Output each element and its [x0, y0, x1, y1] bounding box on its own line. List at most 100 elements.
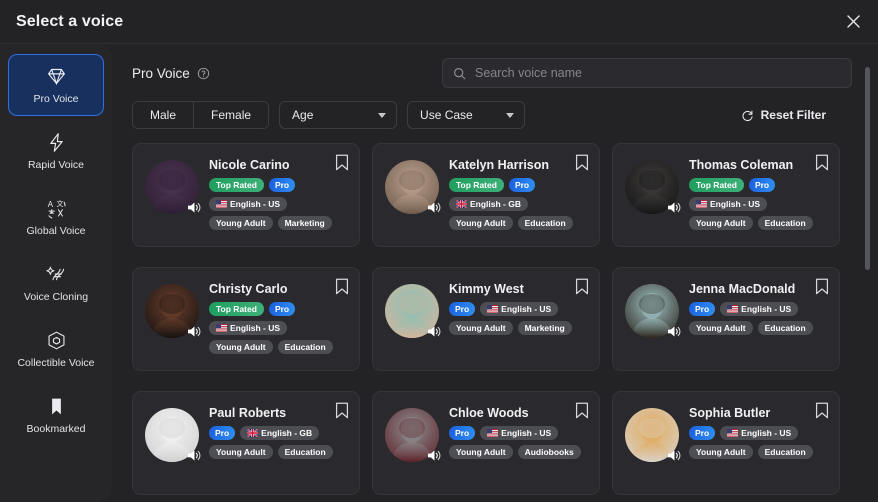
voice-badges: Top Rated Pro English - US Young Adult Educa… [689, 178, 829, 230]
main-toolbar: Pro Voice Search voice name Male Female … [132, 44, 878, 129]
flag-us-icon [216, 324, 227, 332]
avatar-wrapper [145, 408, 202, 462]
search-box[interactable] [442, 58, 852, 88]
voice-badges: Pro English - US Young Adult Marketing [449, 302, 589, 335]
question-circle-icon[interactable] [197, 67, 210, 80]
gender-filter-group: Male Female [132, 101, 270, 129]
voice-card[interactable]: Kimmy West Pro English - US Young Adult Mark… [372, 267, 600, 371]
voice-name: Paul Roberts [209, 406, 287, 420]
voice-name: Sophia Butler [689, 406, 771, 420]
bookmark-outline-icon[interactable] [575, 278, 589, 295]
flag-gb-icon [247, 429, 259, 437]
avatar-wrapper [385, 284, 442, 338]
sidebar-item-label: Rapid Voice [27, 159, 85, 171]
voice-card[interactable]: Katelyn Harrison Top Rated Pro English - GB… [372, 143, 600, 247]
voice-badge: Pro [689, 302, 716, 316]
voice-badge: Education [277, 445, 333, 459]
diamond-icon [45, 65, 67, 87]
bookmark-outline-icon[interactable] [335, 154, 349, 171]
voice-card[interactable]: Nicole Carino Top Rated Pro English - US You… [132, 143, 360, 247]
voice-badge: Top Rated [209, 302, 264, 316]
voice-badge: Pro [449, 302, 476, 316]
bookmark-outline-icon[interactable] [815, 154, 829, 171]
chevron-down-icon [378, 112, 387, 118]
voice-badge: English - GB [240, 426, 320, 440]
voice-card-info: Thomas Coleman Top Rated Pro English - US Yo… [689, 156, 829, 246]
speaker-icon[interactable] [666, 200, 682, 214]
voice-badge: English - US [480, 426, 559, 440]
avatar-wrapper [625, 284, 682, 338]
sidebar-item-label: Collectible Voice [17, 357, 95, 369]
speaker-icon[interactable] [426, 324, 442, 338]
sidebar-item-global-voice[interactable]: A 文 Global Voice [8, 186, 104, 248]
voice-card-info: Sophia Butler Pro English - US Young Adult E… [689, 404, 829, 494]
voice-badge: Young Adult [209, 340, 273, 354]
voice-name: Chloe Woods [449, 406, 529, 420]
speaker-icon[interactable] [666, 448, 682, 462]
voice-badge: Young Adult [689, 445, 753, 459]
voice-badge: Young Adult [449, 216, 513, 230]
voice-badges: Pro English - US Young Adult Audiobooks [449, 426, 589, 459]
sidebar-item-label: Voice Cloning [23, 291, 89, 303]
section-title: Pro Voice [132, 65, 190, 81]
voice-card[interactable]: Thomas Coleman Top Rated Pro English - US Yo… [612, 143, 840, 247]
bookmark-outline-icon[interactable] [815, 278, 829, 295]
voice-card[interactable]: Chloe Woods Pro English - US Young Adult Aud… [372, 391, 600, 495]
voice-badge: English - US [720, 302, 799, 316]
section-header: Pro Voice [132, 66, 210, 81]
age-dropdown[interactable]: Age [279, 101, 398, 129]
filter-female-button[interactable]: Female [193, 102, 269, 128]
filter-male-button[interactable]: Male [133, 102, 194, 128]
voice-name: Katelyn Harrison [449, 158, 550, 172]
select-voice-dialog: Select a voice Pro Voice Rapid Voice A 文… [0, 0, 878, 502]
main-panel: Pro Voice Search voice name Male Female … [112, 44, 878, 502]
speaker-icon[interactable] [186, 200, 202, 214]
voice-badge: Education [277, 340, 333, 354]
sidebar-item-bookmarked[interactable]: Bookmarked [8, 384, 104, 446]
speaker-icon[interactable] [186, 324, 202, 338]
sidebar-item-pro-voice[interactable]: Pro Voice [8, 54, 104, 116]
search-input[interactable] [475, 66, 841, 80]
speaker-icon[interactable] [426, 448, 442, 462]
scrollbar-thumb[interactable] [865, 66, 870, 270]
bookmark-outline-icon[interactable] [575, 402, 589, 419]
use-case-dropdown-label: Use Case [420, 108, 473, 122]
voice-name: Kimmy West [449, 282, 524, 296]
voice-card[interactable]: Paul Roberts Pro English - GB Young Adult Ed… [132, 391, 360, 495]
voice-card[interactable]: Sophia Butler Pro English - US Young Adult E… [612, 391, 840, 495]
scrollbar-track[interactable] [865, 56, 870, 412]
voice-card-grid: Nicole Carino Top Rated Pro English - US You… [132, 143, 852, 495]
voice-badge: Young Adult [449, 321, 513, 335]
sidebar-item-voice-cloning[interactable]: Voice Cloning [8, 252, 104, 314]
avatar-wrapper [145, 284, 202, 338]
voice-list-scroll-area: Nicole Carino Top Rated Pro English - US You… [132, 143, 878, 502]
speaker-icon[interactable] [186, 448, 202, 462]
sidebar-item-collectible-voice[interactable]: Collectible Voice [8, 318, 104, 380]
voice-card[interactable]: Christy Carlo Top Rated Pro English - US You… [132, 267, 360, 371]
voice-badge: Young Adult [689, 216, 753, 230]
toolbar-row: Pro Voice [132, 58, 852, 88]
use-case-dropdown[interactable]: Use Case [407, 101, 526, 129]
chevron-down-icon [506, 112, 515, 118]
bookmark-outline-icon[interactable] [335, 278, 349, 295]
speaker-icon[interactable] [666, 324, 682, 338]
dialog-body: Pro Voice Rapid Voice A 文 Global Voice V… [0, 44, 878, 502]
bookmark-filled-icon [45, 395, 67, 417]
svg-text:文: 文 [56, 198, 63, 207]
sidebar-item-label: Pro Voice [33, 93, 79, 105]
voice-card[interactable]: Jenna MacDonald Pro English - US Young Adul… [612, 267, 840, 371]
voice-name: Jenna MacDonald [689, 282, 796, 296]
voice-badge: Young Adult [209, 216, 273, 230]
sidebar-item-rapid-voice[interactable]: Rapid Voice [8, 120, 104, 182]
voice-badge: Top Rated [209, 178, 264, 192]
close-icon[interactable] [840, 9, 866, 35]
voice-badge: English - US [720, 426, 799, 440]
voice-badge: Top Rated [449, 178, 504, 192]
bookmark-outline-icon[interactable] [335, 402, 349, 419]
lightning-icon [45, 131, 67, 153]
speaker-icon[interactable] [426, 200, 442, 214]
reset-filter-button[interactable]: Reset Filter [741, 108, 826, 122]
bookmark-outline-icon[interactable] [815, 402, 829, 419]
flag-us-icon [487, 305, 499, 313]
bookmark-outline-icon[interactable] [575, 154, 589, 171]
